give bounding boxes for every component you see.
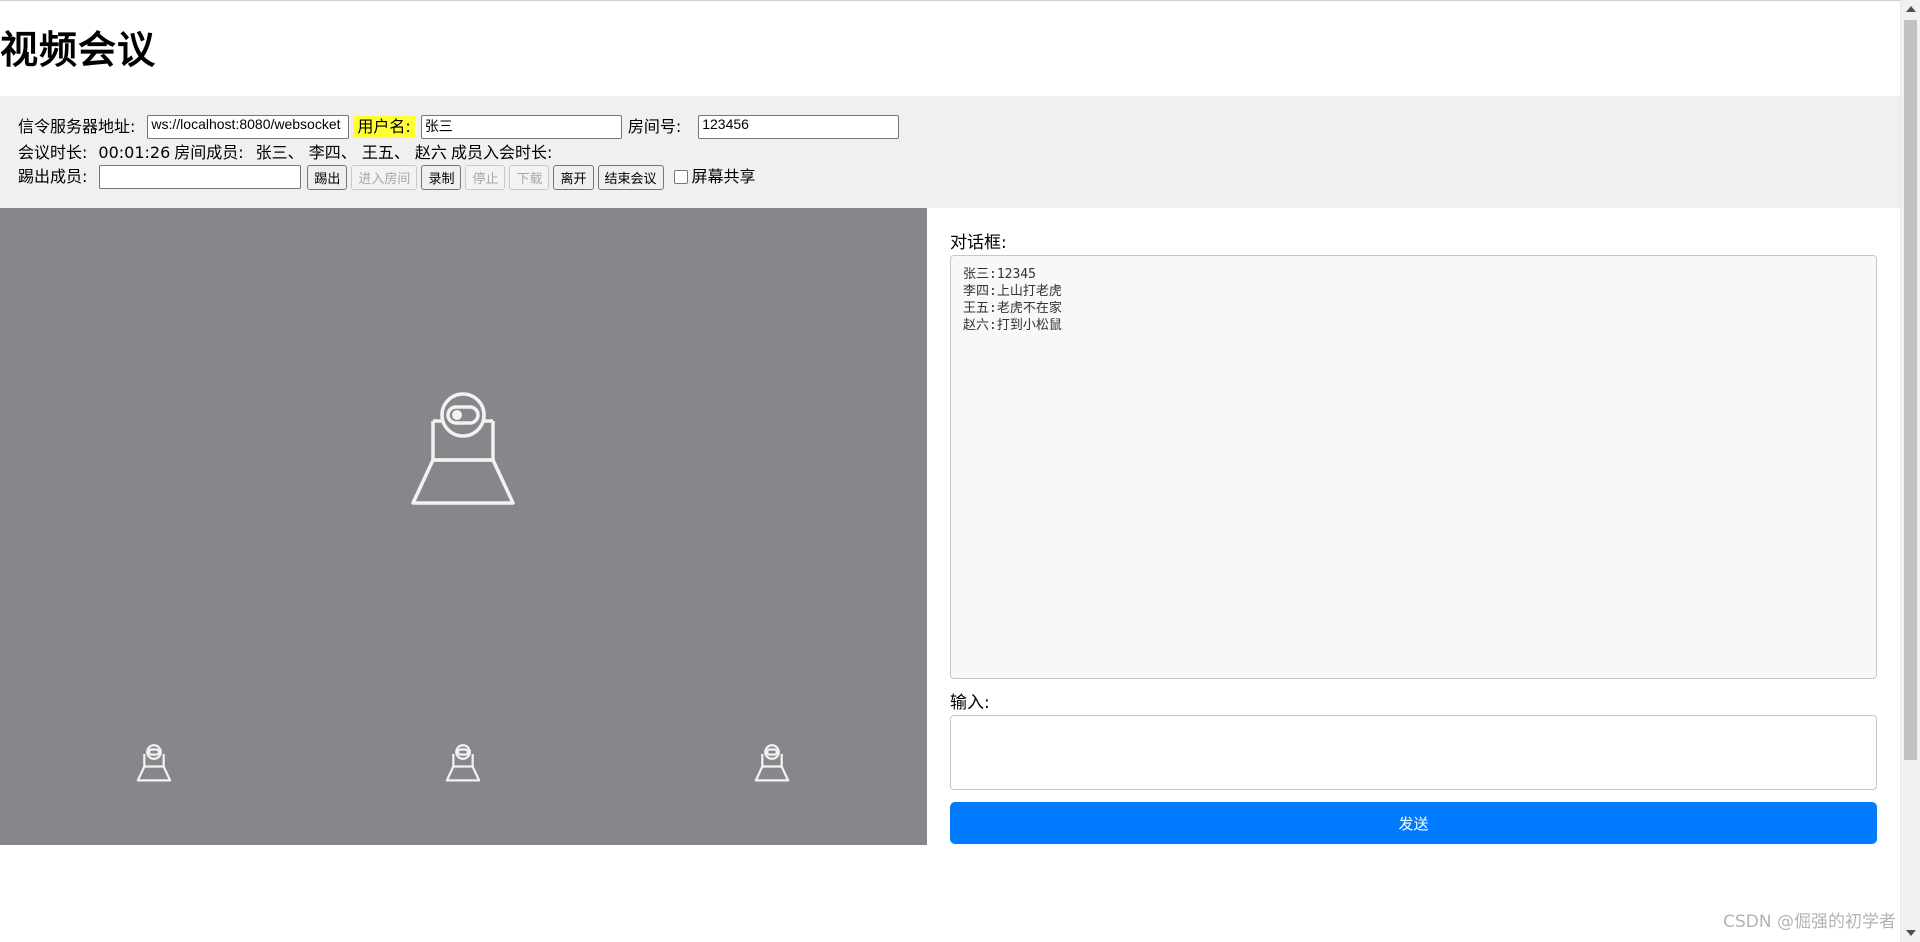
chat-log[interactable]: 张三:12345 李四:上山打老虎 王五:老虎不在家 赵六:打到小松鼠 <box>950 255 1877 679</box>
stop-button[interactable]: 停止 <box>465 164 506 190</box>
room-members-label: 房间成员: <box>174 143 244 162</box>
signal-server-input[interactable]: ws://localhost:8080/websocket <box>147 115 350 139</box>
chat-message: 赵六:打到小松鼠 <box>963 318 1062 333</box>
username-input[interactable]: 张三 <box>420 115 622 139</box>
screen-share-label: 屏幕共享 <box>691 167 756 186</box>
webcam-icon <box>411 392 515 505</box>
scroll-thumb[interactable] <box>1904 20 1917 760</box>
leave-button[interactable]: 离开 <box>553 164 594 190</box>
member-join-duration-label: 成员入会时长: <box>450 143 553 162</box>
watermark: CSDN @倔强的初学者 <box>1723 912 1896 932</box>
meeting-duration-value: 00:01:26 <box>98 143 171 162</box>
room-label: 房间号: <box>627 117 682 136</box>
top-border <box>0 0 1900 1</box>
signal-server-label: 信令服务器地址: <box>18 117 136 136</box>
webcam-icon <box>445 744 481 782</box>
download-button[interactable]: 下载 <box>509 164 550 190</box>
meeting-duration-label: 会议时长: <box>18 143 88 162</box>
screen-share-checkbox[interactable] <box>673 170 688 184</box>
server-row: 信令服务器地址: ws://localhost:8080/websocket 用… <box>18 115 900 139</box>
username-label: 用户名: <box>353 116 415 138</box>
video-panel <box>0 208 927 845</box>
kick-button[interactable]: 踢出 <box>307 164 348 190</box>
input-label: 输入: <box>950 693 990 713</box>
chat-message: 李四:上山打老虎 <box>963 284 1062 299</box>
chat-input[interactable] <box>950 715 1877 790</box>
end-meeting-button[interactable]: 结束会议 <box>597 164 664 190</box>
chat-message: 张三:12345 <box>963 267 1036 282</box>
kick-member-label: 踢出成员: <box>18 167 88 186</box>
room-members-value: 张三、 李四、 王五、 赵六 <box>255 143 447 162</box>
webcam-icon <box>754 744 790 782</box>
scroll-up-icon[interactable] <box>1906 6 1916 12</box>
actions-row: 踢出成员: 踢出 进入房间 录制 停止 下载 离开 结束会议 屏幕共享 <box>18 164 756 190</box>
record-button[interactable]: 录制 <box>421 164 462 190</box>
scroll-down-icon[interactable] <box>1906 930 1916 936</box>
kick-member-input[interactable] <box>99 165 302 189</box>
page-title: 视频会议 <box>0 28 157 72</box>
room-input[interactable]: 123456 <box>698 115 900 139</box>
webcam-icon <box>136 744 172 782</box>
page-scrollbar[interactable] <box>1900 0 1920 942</box>
meeting-info-row: 会议时长: 00:01:26 房间成员: 张三、 李四、 王五、 赵六 成员入会… <box>18 141 552 165</box>
dialog-label: 对话框: <box>950 233 1007 253</box>
send-button[interactable]: 发送 <box>950 802 1877 844</box>
chat-message: 王五:老虎不在家 <box>963 301 1062 316</box>
enter-room-button[interactable]: 进入房间 <box>351 164 418 190</box>
page: 视频会议 信令服务器地址: ws://localhost:8080/websoc… <box>0 0 1920 942</box>
